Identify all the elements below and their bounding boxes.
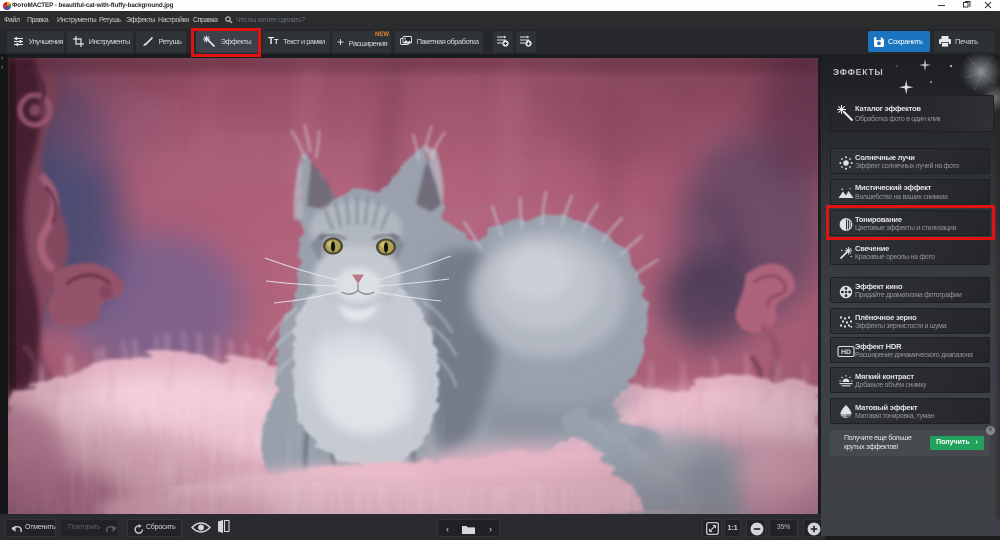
svg-text:HD: HD — [841, 349, 851, 356]
